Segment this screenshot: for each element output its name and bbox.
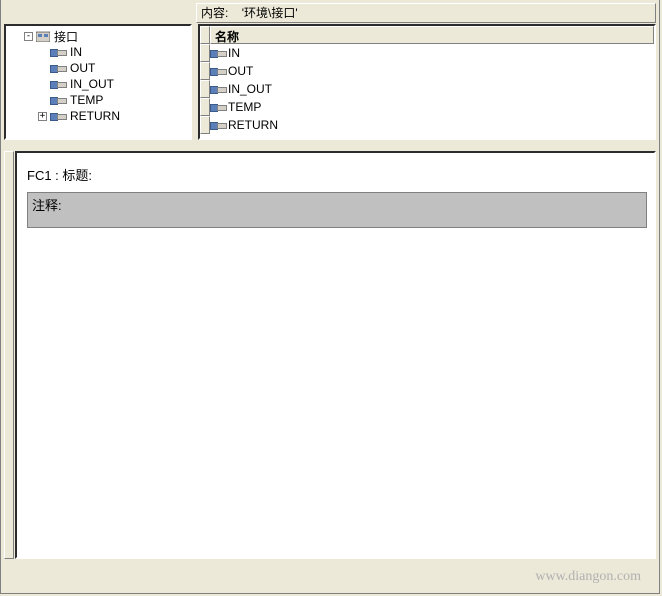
- var-icon: [210, 47, 224, 59]
- table-row[interactable]: OUT: [200, 62, 654, 80]
- var-icon: [50, 46, 66, 58]
- tree-item-inout[interactable]: IN_OUT: [38, 76, 188, 92]
- editor-window: 内容: '环境\接口' - 接口 IN: [0, 0, 660, 594]
- table-row[interactable]: IN_OUT: [200, 80, 654, 98]
- code-editor[interactable]: FC1 : 标题: 注释:: [15, 151, 656, 559]
- content-label: 内容:: [201, 6, 228, 20]
- content-path: '环境\接口': [242, 6, 298, 20]
- tree-item-temp[interactable]: TEMP: [38, 92, 188, 108]
- row-handle[interactable]: [200, 62, 210, 80]
- cell-name[interactable]: OUT: [228, 64, 654, 78]
- cell-name[interactable]: TEMP: [228, 100, 654, 114]
- interface-table[interactable]: 名称 IN OUT IN_OUT TEMP: [198, 24, 656, 140]
- row-handle[interactable]: [200, 44, 210, 62]
- watermark: www.diangon.com: [535, 569, 641, 585]
- var-icon: [50, 94, 66, 106]
- tree-label: IN: [70, 45, 82, 59]
- cell-name[interactable]: IN: [228, 46, 654, 60]
- tree-item-out[interactable]: OUT: [38, 60, 188, 76]
- gutter: [4, 151, 14, 559]
- expand-icon[interactable]: +: [38, 112, 47, 121]
- comment-box[interactable]: 注释:: [27, 192, 647, 228]
- var-icon: [210, 101, 224, 113]
- block-title[interactable]: FC1 : 标题:: [27, 165, 644, 184]
- cell-name[interactable]: RETURN: [228, 118, 654, 132]
- table-header: 名称: [200, 26, 654, 44]
- tree-label: OUT: [70, 61, 95, 75]
- table-row[interactable]: RETURN: [200, 116, 654, 134]
- horizontal-splitter[interactable]: [4, 143, 656, 149]
- var-icon: [50, 62, 66, 74]
- interface-tree[interactable]: - 接口 IN OUT: [4, 24, 192, 140]
- col-name[interactable]: 名称: [210, 26, 654, 44]
- tree-item-return[interactable]: + RETURN: [38, 108, 188, 124]
- var-icon: [50, 78, 66, 90]
- row-handle[interactable]: [200, 116, 210, 134]
- var-icon: [210, 65, 224, 77]
- col-handle: [200, 26, 210, 44]
- cell-name[interactable]: IN_OUT: [228, 82, 654, 96]
- tree-item-in[interactable]: IN: [38, 44, 188, 60]
- tree-label: RETURN: [70, 109, 120, 123]
- var-icon: [210, 119, 224, 131]
- tree-root-label: 接口: [54, 28, 78, 45]
- comment-label: 注释:: [32, 198, 62, 213]
- table-row[interactable]: IN: [200, 44, 654, 62]
- tree-root[interactable]: - 接口: [24, 28, 188, 44]
- content-path-bar: 内容: '环境\接口': [196, 3, 656, 23]
- row-handle[interactable]: [200, 80, 210, 98]
- tree-label: TEMP: [70, 93, 103, 107]
- collapse-icon[interactable]: -: [24, 32, 33, 41]
- interface-folder-icon: [36, 30, 50, 42]
- tree-label: IN_OUT: [70, 77, 114, 91]
- var-icon: [210, 83, 224, 95]
- top-split: - 接口 IN OUT: [4, 24, 656, 142]
- table-row[interactable]: TEMP: [200, 98, 654, 116]
- var-icon: [50, 110, 66, 122]
- row-handle[interactable]: [200, 98, 210, 116]
